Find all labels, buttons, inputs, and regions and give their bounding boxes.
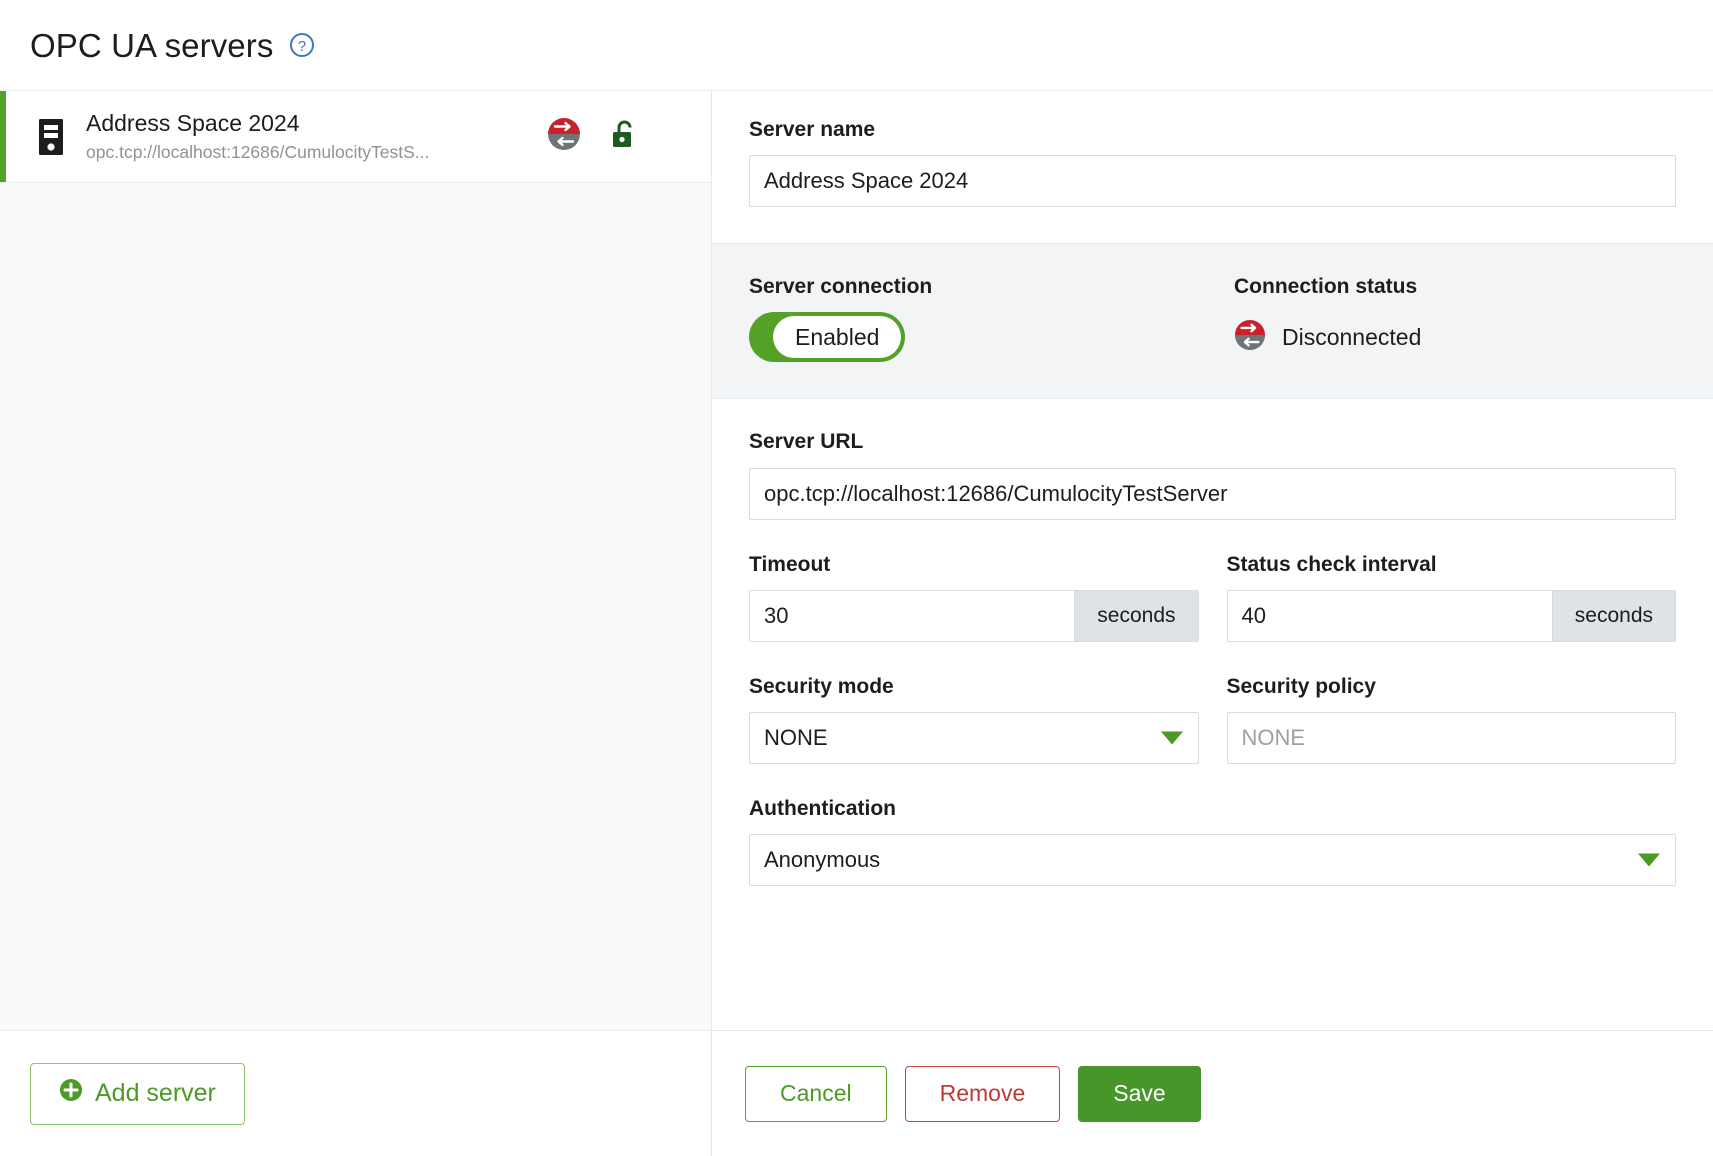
server-connection-field: Server connection Enabled <box>749 274 1234 362</box>
server-detail-panel: Server name Server connection Enabled <box>712 91 1713 1156</box>
disconnected-arrows-icon <box>1234 319 1266 356</box>
list-item-badges <box>547 117 687 156</box>
status-check-interval-unit: seconds <box>1552 591 1675 641</box>
server-name-section: Server name <box>712 91 1713 243</box>
connection-status-label: Connection status <box>1234 274 1676 299</box>
server-connection-toggle-label: Enabled <box>773 316 901 358</box>
security-mode-value: NONE <box>764 725 828 751</box>
timeout-input[interactable] <box>750 591 1074 641</box>
status-check-interval-input[interactable] <box>1228 591 1552 641</box>
server-name-label: Address Space 2024 <box>86 109 547 138</box>
connection-row: Server connection Enabled Connection sta… <box>749 274 1676 362</box>
list-item-text: Address Space 2024 opc.tcp://localhost:1… <box>86 109 547 164</box>
page-header: OPC UA servers ? <box>0 0 1713 90</box>
authentication-select-wrap: Anonymous <box>749 834 1676 886</box>
security-policy-field: Security policy <box>1227 674 1677 764</box>
connection-status-value: Disconnected <box>1282 324 1421 351</box>
server-list-footer: Add server <box>0 1030 711 1156</box>
opc-ua-servers-page: OPC UA servers ? <box>0 0 1713 1156</box>
disconnected-arrows-icon <box>547 117 581 156</box>
server-detail-footer: Cancel Remove Save <box>712 1030 1713 1156</box>
security-mode-label: Security mode <box>749 674 1199 699</box>
server-name-field: Server name <box>749 117 1676 207</box>
timeout-unit: seconds <box>1074 591 1197 641</box>
security-mode-select-wrap: NONE <box>749 712 1199 764</box>
timeout-field: Timeout seconds <box>749 552 1199 642</box>
status-badge: Disconnected <box>1234 312 1676 362</box>
server-list-panel: Address Space 2024 opc.tcp://localhost:1… <box>0 91 712 1156</box>
server-name-input[interactable] <box>749 155 1676 207</box>
status-check-interval-input-group: seconds <box>1227 590 1677 642</box>
svg-text:?: ? <box>298 38 306 55</box>
server-tower-icon <box>34 118 68 156</box>
authentication-value: Anonymous <box>764 847 880 873</box>
server-url-field: Server URL <box>749 429 1676 519</box>
add-server-button[interactable]: Add server <box>30 1063 245 1125</box>
page-title: OPC UA servers <box>30 29 273 62</box>
content-split: Address Space 2024 opc.tcp://localhost:1… <box>0 90 1713 1156</box>
security-mode-field: Security mode NONE <box>749 674 1199 764</box>
authentication-select[interactable]: Anonymous <box>749 834 1676 886</box>
question-circle-icon[interactable]: ? <box>289 32 315 58</box>
server-connection-section: Server connection Enabled Connection sta… <box>712 243 1713 399</box>
authentication-label: Authentication <box>749 796 1676 821</box>
plus-circle-icon <box>59 1078 83 1109</box>
cancel-button[interactable]: Cancel <box>745 1066 887 1122</box>
list-item[interactable]: Address Space 2024 opc.tcp://localhost:1… <box>0 91 711 183</box>
timeout-label: Timeout <box>749 552 1199 577</box>
save-button[interactable]: Save <box>1078 1066 1200 1122</box>
server-name-field-label: Server name <box>749 117 1676 142</box>
remove-button[interactable]: Remove <box>905 1066 1061 1122</box>
timing-row: Timeout seconds Status check interval se… <box>749 552 1676 642</box>
server-url-field-label: Server URL <box>749 429 1676 454</box>
server-connection-label: Server connection <box>749 274 1234 299</box>
server-url-label: opc.tcp://localhost:12686/CumulocityTest… <box>86 141 536 164</box>
server-connection-toggle[interactable]: Enabled <box>749 312 905 362</box>
status-check-interval-field: Status check interval seconds <box>1227 552 1677 642</box>
server-url-input[interactable] <box>749 468 1676 520</box>
security-row: Security mode NONE Security policy <box>749 674 1676 764</box>
server-detail-scroll: Server name Server connection Enabled <box>712 91 1713 1030</box>
server-list: Address Space 2024 opc.tcp://localhost:1… <box>0 91 711 1030</box>
security-policy-input[interactable] <box>1227 712 1677 764</box>
timeout-input-group: seconds <box>749 590 1199 642</box>
server-settings-section: Server URL Timeout seconds Status <box>712 399 1713 906</box>
unlocked-padlock-icon <box>611 118 637 155</box>
status-check-interval-label: Status check interval <box>1227 552 1677 577</box>
security-policy-label: Security policy <box>1227 674 1677 699</box>
authentication-field: Authentication Anonymous <box>749 796 1676 886</box>
connection-status-field: Connection status <box>1234 274 1676 362</box>
security-mode-select[interactable]: NONE <box>749 712 1199 764</box>
add-server-label: Add server <box>95 1079 216 1108</box>
